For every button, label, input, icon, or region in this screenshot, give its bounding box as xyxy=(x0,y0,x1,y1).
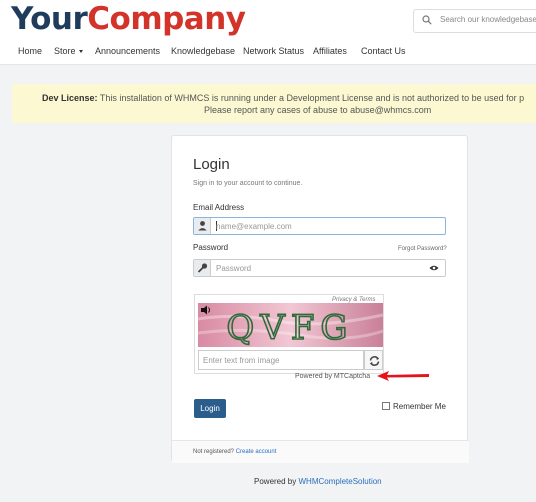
refresh-icon xyxy=(369,356,380,366)
eye-icon[interactable] xyxy=(429,264,439,272)
nav-item-network-status[interactable]: Network Status xyxy=(243,46,304,56)
register-prompt-text: Not registered? xyxy=(193,449,235,455)
forgot-password-link[interactable]: Forgot Password? xyxy=(398,246,447,252)
register-prompt: Not registered? Create account xyxy=(193,449,276,455)
login-card-footer: Not registered? Create account xyxy=(172,440,469,463)
top-header: YourCompany Search our knowledgebase... … xyxy=(0,0,536,65)
email-label: Email Address xyxy=(193,203,245,212)
key-icon xyxy=(197,263,208,273)
remember-me-label: Remember Me xyxy=(393,402,446,411)
nav-item-store-label: Store xyxy=(54,46,76,56)
page-title: Login xyxy=(193,156,230,173)
captcha-image: QVFG xyxy=(198,303,383,347)
dev-banner-line2: Please report any cases of abuse to abus… xyxy=(204,105,432,115)
mtcaptcha-widget: Privacy & Terms QVFG Enter text from ima… xyxy=(194,294,384,374)
knowledgebase-search-input[interactable]: Search our knowledgebase... xyxy=(413,9,536,33)
nav-item-contact-us[interactable]: Contact Us xyxy=(361,46,406,56)
captcha-refresh-button[interactable] xyxy=(364,350,383,370)
dev-banner-line1: Dev License: This installation of WHMCS … xyxy=(42,93,524,103)
remember-me-checkbox[interactable] xyxy=(382,402,390,410)
chevron-down-icon xyxy=(78,50,83,54)
password-label: Password xyxy=(193,243,229,252)
logo-text-company: Company xyxy=(87,1,246,37)
nav-item-store[interactable]: Store xyxy=(54,46,83,56)
page-footer: Powered by WHMCompleteSolution xyxy=(254,477,382,486)
company-logo[interactable]: YourCompany xyxy=(11,1,246,37)
nav-item-knowledgebase[interactable]: Knowledgebase xyxy=(171,46,235,56)
dev-license-banner: Dev License: This installation of WHMCS … xyxy=(12,84,536,123)
password-addon xyxy=(194,260,211,276)
login-button[interactable]: Login xyxy=(194,399,226,418)
password-field[interactable]: Password xyxy=(193,259,446,277)
password-placeholder: Password xyxy=(216,264,252,273)
email-field[interactable]: name@example.com xyxy=(193,217,446,235)
page-footer-prefix: Powered by xyxy=(254,477,297,486)
create-account-link[interactable]: Create account xyxy=(236,449,277,455)
captcha-input-placeholder: Enter text from image xyxy=(203,356,280,365)
dev-banner-text: This installation of WHMCS is running un… xyxy=(99,93,525,103)
login-card: Login Sign in to your account to continu… xyxy=(171,135,469,463)
email-placeholder: name@example.com xyxy=(216,222,292,231)
captcha-image-text: QVFG xyxy=(226,308,353,347)
page-subtitle: Sign in to your account to continue. xyxy=(193,180,303,187)
nav-item-announcements[interactable]: Announcements xyxy=(95,46,160,56)
search-icon xyxy=(422,15,432,25)
logo-text-your: Your xyxy=(11,1,88,37)
captcha-input[interactable]: Enter text from image xyxy=(198,350,364,370)
email-addon xyxy=(194,218,211,234)
search-placeholder: Search our knowledgebase... xyxy=(440,15,536,24)
user-icon xyxy=(198,221,207,231)
dev-banner-label: Dev License: xyxy=(42,93,98,103)
captcha-powered-by: Powered by MTCaptcha xyxy=(295,373,371,380)
remember-me[interactable]: Remember Me xyxy=(382,402,446,411)
whmcs-link[interactable]: WHMCompleteSolution xyxy=(298,477,381,486)
nav-item-home[interactable]: Home xyxy=(18,46,42,56)
annotation-arrow xyxy=(377,371,429,381)
nav-item-affiliates[interactable]: Affiliates xyxy=(313,46,347,56)
